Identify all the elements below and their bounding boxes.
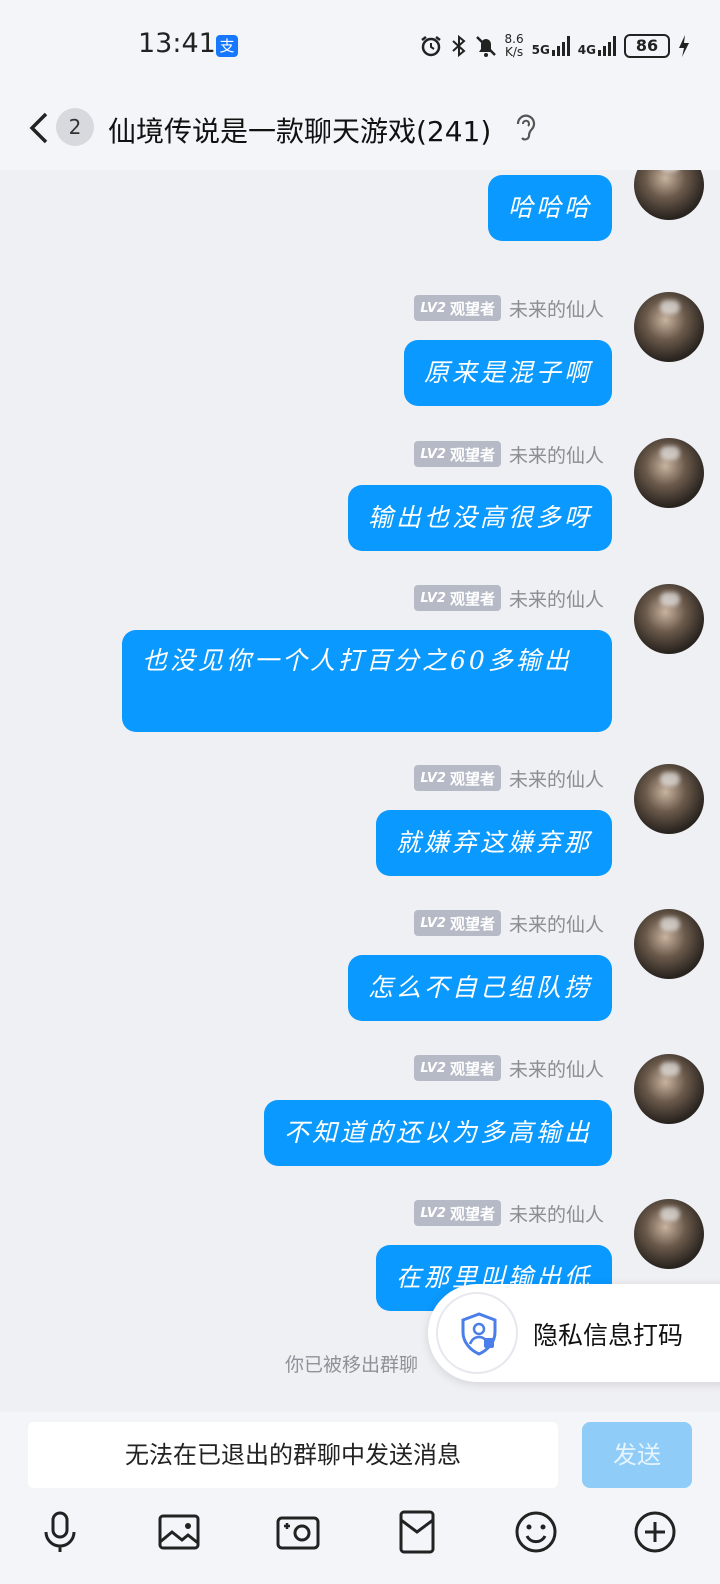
role-label: 观望者 [449,914,495,933]
send-button[interactable]: 发送 [582,1422,692,1488]
sender-nickname[interactable]: 未来的仙人 [509,765,604,792]
unread-count-badge[interactable]: 2 [56,108,94,146]
net-speed: 8.6 K/s [505,33,524,59]
level-badge: LV2 观望者 [414,1200,501,1226]
level-badge: LV2 观望者 [414,295,501,321]
level-label: LV2 [420,590,446,606]
level-label: LV2 [420,1060,446,1076]
level-badge: LV2 观望者 [414,765,501,791]
avatar[interactable] [634,438,704,508]
level-badge: LV2 观望者 [414,585,501,611]
bluetooth-icon [451,34,466,58]
message-list[interactable]: 哈哈哈 LV2 观望者 未来的仙人 原来是混子啊 LV2 观望者 未来的仙人 输出也… [0,170,720,1412]
alipay-notification-icon: 支 [216,35,238,57]
back-arrow-icon[interactable] [24,108,54,148]
message-input[interactable]: 无法在已退出的群聊中发送消息 [28,1422,558,1488]
status-icons: 8.6 K/s 5G 4G 86 [419,30,691,62]
sender-meta: LV2 观望者 未来的仙人 [414,764,604,792]
sender-nickname[interactable]: 未来的仙人 [509,1200,604,1227]
level-label: LV2 [420,1205,446,1221]
avatar[interactable] [634,1199,704,1269]
image-icon[interactable] [155,1508,203,1556]
message-bubble[interactable]: 输出也没高很多呀 [347,485,612,551]
message-bubble[interactable]: 哈哈哈 [487,175,612,241]
input-toolbar [0,1508,720,1558]
level-label: LV2 [420,446,446,462]
role-label: 观望者 [449,1204,495,1223]
red-packet-icon[interactable] [393,1508,441,1556]
message-item: 哈哈哈 [0,170,720,250]
message-bubble[interactable]: 原来是混子啊 [403,340,612,406]
level-label: LV2 [420,915,446,931]
chat-header: 2 仙境传说是一款聊天游戏(241) [0,90,720,170]
message-bubble[interactable]: 也没见你一个人打百分之60多输出 [122,630,612,732]
mute-bell-icon [475,36,496,57]
alarm-icon [420,36,441,57]
privacy-mask-label: 隐私信息打码 [533,1321,684,1350]
net-speed-unit: K/s [504,45,524,59]
sender-meta: LV2 观望者 未来的仙人 [414,584,604,612]
avatar[interactable] [634,764,704,834]
avatar[interactable] [634,170,704,220]
message-bubble[interactable]: 不知道的还以为多高输出 [263,1100,612,1166]
signal-4g: 4G [578,36,616,56]
role-label: 观望者 [449,769,495,788]
signal-5g: 5G [532,36,570,56]
sender-meta: LV2 观望者 未来的仙人 [414,1054,604,1082]
status-clock: 13:41 [138,28,216,59]
signal-5g-label: 5G [531,43,550,57]
earpiece-mode-icon [516,114,536,141]
sender-nickname[interactable]: 未来的仙人 [509,910,604,937]
mic-icon[interactable] [36,1508,84,1556]
level-label: LV2 [420,770,446,786]
avatar[interactable] [634,292,704,362]
avatar[interactable] [634,1054,704,1124]
sender-nickname[interactable]: 未来的仙人 [509,441,604,468]
camera-icon[interactable] [274,1508,322,1556]
role-label: 观望者 [449,299,495,318]
sender-meta: LV2 观望者 未来的仙人 [414,294,604,322]
avatar[interactable] [634,909,704,979]
privacy-icon-circle [436,1292,518,1374]
removed-from-group-notice: 你已被移出群聊 [285,1354,419,1376]
sender-meta: LV2 观望者 未来的仙人 [414,1199,604,1227]
charging-icon [679,35,689,57]
privacy-mask-popup[interactable]: 隐私信息打码 [428,1284,720,1382]
privacy-shield-icon [461,1312,497,1356]
status-bar: 13:41 支 8.6 K/s 5G 4G 86 [0,0,720,90]
level-badge: LV2 观望者 [414,441,501,467]
level-label: LV2 [420,300,446,316]
signal-bars-icon [598,36,616,56]
level-badge: LV2 观望者 [414,910,501,936]
role-label: 观望者 [449,445,495,464]
role-label: 观望者 [449,589,495,608]
message-bubble[interactable]: 怎么不自己组队捞 [347,955,612,1021]
avatar[interactable] [634,584,704,654]
sender-meta: LV2 观望者 未来的仙人 [414,909,604,937]
plus-icon[interactable] [631,1508,679,1556]
signal-4g-label: 4G [577,43,596,57]
sender-nickname[interactable]: 未来的仙人 [509,585,604,612]
message-bubble[interactable]: 就嫌弃这嫌弃那 [375,810,612,876]
level-badge: LV2 观望者 [414,1055,501,1081]
role-label: 观望者 [449,1059,495,1078]
signal-bars-icon [551,36,570,56]
emoji-icon[interactable] [512,1508,560,1556]
battery-icon: 86 [624,34,670,58]
sender-nickname[interactable]: 未来的仙人 [509,1055,604,1082]
group-title[interactable]: 仙境传说是一款聊天游戏(241) [108,110,491,150]
sender-meta: LV2 观望者 未来的仙人 [414,440,604,468]
input-area: 无法在已退出的群聊中发送消息 发送 [0,1412,720,1584]
sender-nickname[interactable]: 未来的仙人 [509,295,604,322]
